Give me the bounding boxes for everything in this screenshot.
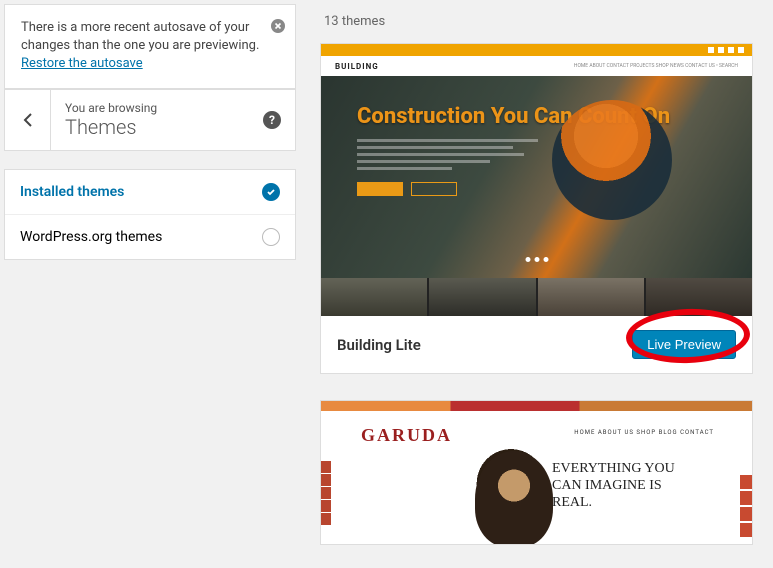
- thumb-headline: EVERYTHING YOU CAN IMAGINE IS REAL.: [552, 461, 696, 511]
- restore-autosave-link[interactable]: Restore the autosave: [21, 56, 143, 71]
- autosave-notice: There is a more recent autosave of your …: [4, 4, 296, 89]
- close-icon[interactable]: [271, 19, 285, 39]
- filter-label: Installed themes: [20, 184, 262, 200]
- notice-text: There is a more recent autosave of your …: [21, 20, 259, 53]
- browsing-label: You are browsing: [65, 101, 249, 115]
- help-icon[interactable]: ?: [263, 111, 281, 129]
- thumb-nav: HOME ABOUT CONTACT PROJECTS SHOP NEWS CO…: [574, 63, 738, 69]
- radio-unchecked-icon: [262, 228, 280, 246]
- thumb-headline: Construction You Can Count On: [357, 104, 716, 129]
- filter-label: WordPress.org themes: [20, 229, 262, 245]
- page-title: Themes: [65, 115, 249, 139]
- theme-name: Building Lite: [337, 336, 632, 354]
- thumb-nav: HOME ABOUT US SHOP BLOG CONTACT: [574, 429, 714, 436]
- live-preview-button[interactable]: Live Preview: [632, 330, 736, 359]
- theme-count: 13 themes: [320, 0, 753, 43]
- thumb-logo: GARUDA: [361, 425, 452, 446]
- back-button[interactable]: [5, 90, 51, 150]
- theme-card-building-lite[interactable]: BUILDING HOME ABOUT CONTACT PROJECTS SHO…: [320, 43, 753, 374]
- radio-checked-icon: [262, 183, 280, 201]
- filter-wporg-themes[interactable]: WordPress.org themes: [5, 214, 295, 259]
- theme-thumbnail: BUILDING HOME ABOUT CONTACT PROJECTS SHO…: [321, 44, 752, 316]
- thumb-logo: BUILDING: [335, 62, 379, 71]
- theme-card-garuda[interactable]: GARUDA HOME ABOUT US SHOP BLOG CONTACT E…: [320, 400, 753, 545]
- panel-header: You are browsing Themes ?: [4, 89, 296, 151]
- filter-installed-themes[interactable]: Installed themes: [5, 170, 295, 214]
- filter-list: Installed themes WordPress.org themes: [4, 169, 296, 260]
